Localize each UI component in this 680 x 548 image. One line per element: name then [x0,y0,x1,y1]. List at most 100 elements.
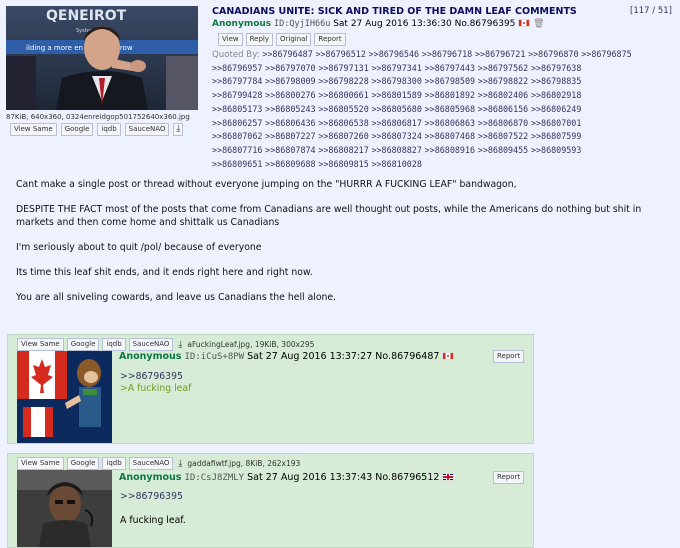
quoted-by-link[interactable]: >>86806257 [212,118,262,128]
poster-id[interactable]: ID:QyjIH66u [274,19,330,29]
quoted-by-link[interactable]: >>86806817 [371,118,421,128]
view-same-button[interactable]: View Same [10,123,57,136]
post-number[interactable]: No.86796512 [375,472,439,483]
quoted-by-link[interactable]: >>86806249 [531,104,581,114]
quoted-by-link[interactable]: >>86798009 [265,76,315,86]
quoted-by-link[interactable]: >>86797131 [318,63,368,73]
saucenao-button[interactable]: SauceNAO [128,338,174,351]
quoted-by-link[interactable]: >>86808916 [425,145,475,155]
report-button[interactable]: Report [493,471,525,484]
quoted-by-link[interactable]: >>86798228 [318,76,368,86]
op-file-buttons: View Same Google iqdb SauceNAO ⤓ [10,123,184,136]
quoted-by-link[interactable]: >>86806870 [478,118,528,128]
quoted-by-link[interactable]: >>86806538 [318,118,368,128]
iqdb-button[interactable]: iqdb [97,123,121,136]
reply-file-info[interactable]: aFuckingLeaf.jpg, 19KiB, 300x295 [187,340,314,349]
quoted-by-link[interactable]: >>86807227 [265,131,315,141]
quoted-by-link[interactable]: >>86796875 [581,49,631,59]
quoted-by-link[interactable]: >>86806436 [265,118,315,128]
quoted-by-link[interactable]: >>86802918 [531,90,581,100]
quoted-by-link[interactable]: >>86796718 [422,49,472,59]
quoted-by-link[interactable]: >>86796512 [315,49,365,59]
saucenao-button[interactable]: SauceNAO [128,457,174,470]
download-icon[interactable]: ⤓ [173,123,184,136]
quoted-by-link[interactable]: >>86797784 [212,76,262,86]
quoted-by-link[interactable]: >>86809593 [531,145,581,155]
quoted-by-link[interactable]: >>86807324 [371,131,421,141]
view-button[interactable]: View [218,33,243,46]
quoted-by-link[interactable]: >>86796487 [262,49,312,59]
quoted-by-link[interactable]: >>86808827 [371,145,421,155]
download-icon[interactable]: ⤓ [176,340,184,350]
reply-file-info[interactable]: gaddafiwtf.jpg, 8KiB, 262x193 [187,459,300,468]
post-number[interactable]: No.86796395 [455,19,516,29]
quoted-by-link[interactable]: >>86807468 [425,131,475,141]
quote-link[interactable]: >>86796395 [120,371,191,383]
view-same-button[interactable]: View Same [17,457,64,470]
quoted-by-link[interactable]: >>86805520 [318,104,368,114]
download-icon[interactable]: ⤓ [176,459,184,469]
report-button[interactable]: Report [493,350,525,363]
quoted-by-link[interactable]: >>86796870 [528,49,578,59]
quoted-by-link[interactable]: >>86798300 [371,76,421,86]
quoted-by-link[interactable]: >>86809651 [212,159,262,169]
reply-text: A fucking leaf. [120,515,186,526]
quoted-by-link[interactable]: >>86801589 [371,90,421,100]
quoted-by-link[interactable]: >>86798835 [531,76,581,86]
quoted-by-link[interactable]: >>86801892 [425,90,475,100]
iqdb-button[interactable]: iqdb [102,457,126,470]
reply-thumbnail[interactable] [17,351,112,443]
trash-icon[interactable]: 🗑 [533,19,544,29]
quoted-by-link[interactable]: >>86809455 [478,145,528,155]
saucenao-button[interactable]: SauceNAO [124,123,170,136]
poster-id[interactable]: ID:iCuS+8PW [184,352,244,362]
quoted-by-link[interactable]: >>86798822 [478,76,528,86]
quoted-by-link[interactable]: >>86809688 [265,159,315,169]
quoted-by-link[interactable]: >>86806863 [425,118,475,128]
quoted-by-link[interactable]: >>86796546 [369,49,419,59]
quoted-by-link[interactable]: >>86807062 [212,131,262,141]
poster-name: Anonymous [212,19,272,29]
quoted-by-link[interactable]: >>86807001 [531,118,581,128]
quoted-by-link[interactable]: >>86807874 [265,145,315,155]
quoted-by-link[interactable]: >>86796721 [475,49,525,59]
quoted-by-link[interactable]: >>86809815 [318,159,368,169]
quoted-by-link[interactable]: >>86810028 [371,159,421,169]
original-button[interactable]: Original [276,33,312,46]
quoted-by-link[interactable]: >>86807716 [212,145,262,155]
quoted-by-link[interactable]: >>86800661 [318,90,368,100]
post-number[interactable]: No.86796487 [375,351,439,362]
google-button[interactable]: Google [66,457,100,470]
op-thumbnail[interactable]: ilding a more en ent tomorrow QENEIROT S… [6,6,198,110]
quoted-by-link[interactable]: >>86800276 [265,90,315,100]
report-button[interactable]: Report [314,33,346,46]
quoted-by-link[interactable]: >>86808217 [318,145,368,155]
view-same-button[interactable]: View Same [17,338,64,351]
quoted-by-link[interactable]: >>86805680 [371,104,421,114]
op-body-line: I'm seriously about to quit /pol/ becaus… [16,242,262,253]
quoted-by-link[interactable]: >>86806156 [478,104,528,114]
quoted-by-link[interactable]: >>86807522 [478,131,528,141]
iqdb-button[interactable]: iqdb [102,338,126,351]
quoted-by-link[interactable]: >>86797070 [265,63,315,73]
quoted-by-link[interactable]: >>86796957 [212,63,262,73]
quoted-by-link[interactable]: >>86797341 [371,63,421,73]
quoted-by-link[interactable]: >>86805173 [212,104,262,114]
reply-thumbnail[interactable] [17,470,112,547]
poster-name: Anonymous [119,351,182,362]
quoted-by-link[interactable]: >>86799428 [212,90,262,100]
quoted-by-link[interactable]: >>86797562 [478,63,528,73]
quoted-by-link[interactable]: >>86805968 [425,104,475,114]
quoted-by-link[interactable]: >>86802406 [478,90,528,100]
reply-button[interactable]: Reply [245,33,274,46]
quoted-by-link[interactable]: >>86807599 [531,131,581,141]
quote-link[interactable]: >>86796395 [120,491,186,503]
poster-id[interactable]: ID:CsJ8ZMLY [184,473,244,483]
quoted-by-link[interactable]: >>86805243 [265,104,315,114]
quoted-by-link[interactable]: >>86797638 [531,63,581,73]
google-button[interactable]: Google [66,338,100,351]
quoted-by-link[interactable]: >>86797443 [425,63,475,73]
quoted-by-link[interactable]: >>86798509 [425,76,475,86]
google-button[interactable]: Google [60,123,94,136]
quoted-by-link[interactable]: >>86807260 [318,131,368,141]
